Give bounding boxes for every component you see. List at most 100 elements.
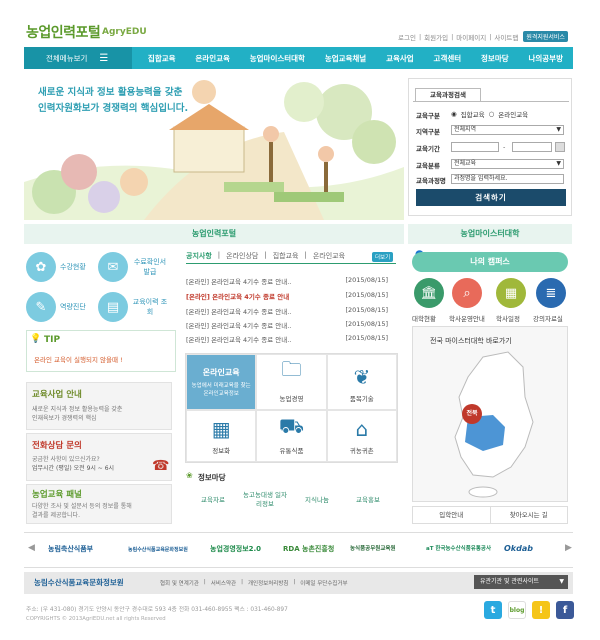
footer-logo: 농림수산식품교육문화정보원 [34,578,124,587]
category-select[interactable]: 전체교육 ▼ [451,159,564,169]
quick-enrollment-status[interactable]: ✿ 수강현황 [26,252,86,282]
service-it[interactable]: ▦ 정보화 [186,410,257,462]
tab-notice[interactable]: 공지사항 [186,251,212,261]
notice-more-button[interactable]: 더보기 [372,252,394,262]
footer-link-agencies[interactable]: 협회 및 연계기관 [160,579,199,587]
search-icon[interactable]: ⌕ [452,278,482,308]
related-sites-select[interactable]: 유관기관 및 관련사이트 ▼ [474,575,568,589]
chevron-right-icon[interactable]: ▶ [565,543,572,553]
tab-online-consult[interactable]: 온라인상담 [226,251,258,261]
quick-certificate[interactable]: ✉ 수료확인서 발급 [98,252,168,282]
calendar-icon[interactable]: ▦ [496,278,526,308]
tab-online-edu[interactable]: 온라인교육 [313,251,345,261]
nav-item-customer[interactable]: 고객센터 [434,53,462,64]
all-menu-button[interactable]: 전체메뉴보기 ☰ [24,47,132,69]
service-crop-tech[interactable]: ❦ 품목기술 [326,354,397,410]
service-label: 농업경영 [279,395,304,403]
tab-group-edu[interactable]: 집합교육 [273,251,299,261]
signup-link[interactable]: 회원가입 [424,32,448,42]
partner-epis[interactable]: 농림수산식품교육문화정보원 [128,546,188,553]
notice-item[interactable]: [온라인] 온라인교육 4기수 종료 안내.. [2015/08/15] [186,334,388,344]
notice-item[interactable]: [온라인] 온라인교육 4기수 종료 안내 [2015/08/15] [186,291,388,301]
partner-okdab[interactable]: Okdab [504,544,533,553]
calendar-icon[interactable] [555,142,565,152]
phone-icon: ☎ [152,458,170,474]
login-link[interactable]: 로그인 [398,32,416,42]
my-campus-button[interactable]: 나의 캠퍼스 [412,252,568,272]
kakao-icon[interactable]: ! [532,601,550,619]
notice-item[interactable]: [온라인] 온라인교육 4기수 종료 안내.. [2015/08/15] [186,306,388,316]
partner-at[interactable]: aT 한국농수산식품유통공사 [426,544,491,552]
remote-support-button[interactable]: 원격지원서비스 [523,31,568,42]
search-tab-line [413,101,569,102]
course-search-tab[interactable]: 교육과정검색 [415,88,481,101]
notice-title: [온라인] 온라인교육 4기수 종료 안내 [186,293,290,301]
facebook-icon[interactable]: f [556,601,574,619]
footer-address: 주소: (우 431-080) 경기도 안양시 동안구 경수대로 593 4층 … [26,607,288,613]
partner-mafra[interactable]: 농림축산식품부 [48,544,93,554]
mypage-link[interactable]: 마이페이지 [456,32,486,42]
notice-item[interactable]: [온라인] 온라인교육 4기수 종료 안내.. [2015/08/15] [186,320,388,330]
region-select[interactable]: 전체지역 ▼ [451,125,564,135]
footer-links: 협회 및 연계기관 | 서비스약관 | 개인정보처리방침 | 이메일 무단수집거부 [160,579,348,587]
site-logo[interactable]: 농업인력포털 [26,22,101,42]
service-label: 귀농귀촌 [349,447,374,455]
radio-group-edu[interactable]: ◉ [451,110,457,118]
footer-link-email[interactable]: 이메일 무단수집거부 [300,579,347,587]
partner-ofa[interactable]: 농식품공무원교육원 [350,544,396,552]
admission-button[interactable]: 입학안내 [413,507,491,523]
directions-button[interactable]: 찾아오시는 길 [490,507,567,523]
seedling-icon: ✿ [26,252,56,282]
lecture-materials-label: 강의자료실 [533,315,563,323]
edu-panel-body-2: 결과를 제공합니다. [32,512,80,519]
chart-icon: ✎ [26,292,56,322]
nav-item-channel[interactable]: 농업교육채널 [325,53,366,64]
lightbulb-icon: 💡 [30,334,42,344]
service-distribution[interactable]: ⛟ 유통식품 [256,410,327,462]
nav-item-mystudy[interactable]: 나의공부방 [528,53,563,64]
map-marker-jeonbuk[interactable]: 전북 [462,404,482,424]
nav-item-online-edu[interactable]: 온라인교육 [195,53,230,64]
service-return-farm[interactable]: ⌂ 귀농귀촌 [326,410,397,462]
info-board-jobs[interactable]: 농고농대생 일자리정보 [243,491,287,509]
edu-panel-body-1: 다양한 조사 및 설문서 등의 정보를 통해 [32,503,132,510]
quick-competency[interactable]: ✎ 역량진단 [26,292,86,322]
chevron-down-icon: ▼ [556,126,561,133]
service-farm-management[interactable]: 🗀 농업경영 [256,354,327,410]
partner-agrix[interactable]: 농업경영정보2.0 [210,544,261,554]
university-icon[interactable]: 🏛 [414,278,444,308]
partner-rda[interactable]: RDA 농촌진흥청 [283,544,334,554]
nav-item-edu-business[interactable]: 교육사업 [386,53,414,64]
hero-headline-2: 인력자원화보가 경쟁력의 핵심입니다. [38,103,189,114]
quick-history[interactable]: ▤ 교육이력 조회 [98,292,168,322]
service-label: 유통식품 [279,447,304,455]
books-icon[interactable]: ≣ [536,278,566,308]
blog-icon[interactable]: blog [508,601,526,619]
period-end-input[interactable] [512,142,552,152]
footer-link-privacy[interactable]: 개인정보처리방침 [248,579,288,587]
title-divider [404,224,405,244]
phone-consult-body-2: 업무시간 (평일) 오전 9시 ~ 6시 [32,465,115,472]
period-start-input[interactable] [451,142,499,152]
info-board-materials[interactable]: 교육자료 [196,496,230,505]
hero-headline-1: 새로운 지식과 정보 활용능력을 갖춘 [38,87,183,98]
quick-label-certificate: 수료확인서 발급 [133,258,167,276]
search-button[interactable]: 검색하기 [416,189,566,206]
sitemap-link[interactable]: 사이트맵 [494,32,518,42]
notice-item[interactable]: [온라인] 온라인교육 4기수 종료 안내.. [2015/08/15] [186,276,388,286]
quick-label-competency: 역량진단 [60,303,86,311]
course-name-input[interactable]: 과정명을 입력하세요. [451,174,564,184]
online-edu-feature[interactable]: 온라인교육 농업에서 미래교육을 찾는 온라인교육정보 [186,354,257,410]
edu-business-title: 교육사업 안내 [32,390,82,400]
radio-online-edu[interactable]: ○ [489,110,495,118]
nav-item-group-edu[interactable]: 집합교육 [148,53,176,64]
info-board-promo[interactable]: 교육홍보 [350,496,386,505]
footer-link-terms[interactable]: 서비스약관 [211,579,236,587]
nav-item-info[interactable]: 정보마당 [481,53,509,64]
nav-item-meister[interactable]: 농업마이스터대학 [250,53,305,64]
chevron-left-icon[interactable]: ◀ [28,543,35,553]
twitter-icon[interactable]: t [484,601,502,619]
info-board-sharing[interactable]: 지식나눔 [300,496,334,505]
site-logo-sub: AgryEDU [102,27,147,37]
service-grid: 온라인교육 농업에서 미래교육을 찾는 온라인교육정보 🗀 농업경영 ❦ 품목기… [185,353,398,463]
